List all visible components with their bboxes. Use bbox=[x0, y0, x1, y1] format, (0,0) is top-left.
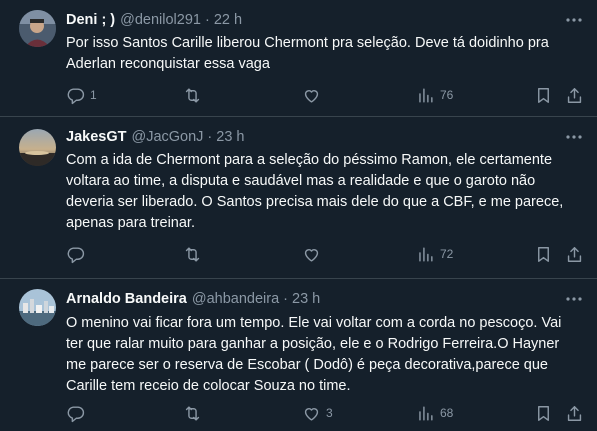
avatar[interactable] bbox=[19, 10, 56, 47]
tweet-text: O menino vai ficar fora um tempo. Ele va… bbox=[66, 315, 562, 394]
views-chart-icon bbox=[416, 245, 435, 264]
action-bar: 1 76 bbox=[66, 84, 586, 106]
share-button[interactable] bbox=[565, 402, 584, 424]
tweet[interactable]: JakesGT @JacGonJ · 23 h Com a ida de Che… bbox=[0, 117, 597, 279]
author-handle[interactable]: @JacGonJ bbox=[131, 129, 203, 145]
heart-icon bbox=[302, 245, 321, 264]
more-dots-icon[interactable] bbox=[564, 289, 584, 309]
like-button[interactable] bbox=[302, 243, 326, 265]
reply-icon bbox=[66, 86, 85, 105]
retweet-icon bbox=[183, 86, 202, 105]
tweet-text: Com a ida de Chermont para a seleção do … bbox=[66, 152, 564, 231]
more-dots-icon[interactable] bbox=[564, 127, 584, 147]
timestamp[interactable]: 23 h bbox=[292, 291, 320, 307]
retweet-button[interactable] bbox=[183, 402, 207, 424]
avatar[interactable] bbox=[19, 129, 56, 166]
action-bar: 72 bbox=[66, 243, 586, 265]
author-name[interactable]: Arnaldo Bandeira bbox=[66, 291, 187, 307]
retweet-button[interactable] bbox=[183, 243, 207, 265]
separator-dot: · bbox=[207, 129, 213, 145]
reply-count: 1 bbox=[90, 88, 97, 102]
author-handle[interactable]: @denilol291 bbox=[120, 12, 201, 28]
like-count: 3 bbox=[326, 406, 333, 420]
reply-icon bbox=[66, 404, 85, 423]
share-icon bbox=[565, 404, 584, 423]
bookmark-icon bbox=[534, 86, 553, 105]
timestamp[interactable]: 22 h bbox=[214, 12, 242, 28]
views-count: 76 bbox=[440, 88, 454, 102]
avatar[interactable] bbox=[19, 289, 56, 326]
views-button[interactable]: 72 bbox=[416, 243, 453, 265]
tweet[interactable]: Deni ; ) @denilol291 · 22 h Por isso San… bbox=[0, 0, 597, 117]
bookmark-button[interactable] bbox=[534, 402, 553, 424]
views-chart-icon bbox=[416, 86, 435, 105]
retweet-icon bbox=[183, 245, 202, 264]
like-button[interactable] bbox=[302, 84, 326, 106]
views-chart-icon bbox=[416, 404, 435, 423]
retweet-icon bbox=[183, 404, 202, 423]
author-name[interactable]: Deni ; ) bbox=[66, 12, 115, 28]
tweet-text: Por isso Santos Carille liberou Chermont… bbox=[66, 35, 549, 72]
reply-button[interactable] bbox=[66, 243, 90, 265]
reply-button[interactable] bbox=[66, 402, 90, 424]
retweet-button[interactable] bbox=[183, 84, 207, 106]
reply-icon bbox=[66, 245, 85, 264]
bookmark-icon bbox=[534, 245, 553, 264]
timestamp[interactable]: 23 h bbox=[216, 129, 244, 145]
share-icon bbox=[565, 86, 584, 105]
reply-button[interactable]: 1 bbox=[66, 84, 97, 106]
views-button[interactable]: 76 bbox=[416, 84, 453, 106]
author-handle[interactable]: @ahbandeira bbox=[192, 291, 279, 307]
like-button[interactable]: 3 bbox=[302, 402, 333, 424]
author-name[interactable]: JakesGT bbox=[66, 129, 126, 145]
share-icon bbox=[565, 245, 584, 264]
bookmark-icon bbox=[534, 404, 553, 423]
bookmark-button[interactable] bbox=[534, 243, 553, 265]
bookmark-button[interactable] bbox=[534, 84, 553, 106]
views-count: 72 bbox=[440, 247, 454, 261]
views-button[interactable]: 68 bbox=[416, 402, 453, 424]
views-count: 68 bbox=[440, 406, 454, 420]
separator-dot: · bbox=[204, 12, 210, 28]
more-dots-icon[interactable] bbox=[564, 10, 584, 30]
separator-dot: · bbox=[283, 291, 288, 307]
heart-icon bbox=[302, 86, 321, 105]
heart-icon bbox=[302, 404, 321, 423]
tweet[interactable]: Arnaldo Bandeira @ahbandeira · 23 h O me… bbox=[0, 279, 597, 431]
share-button[interactable] bbox=[565, 243, 584, 265]
share-button[interactable] bbox=[565, 84, 584, 106]
action-bar: 3 68 bbox=[66, 402, 586, 424]
